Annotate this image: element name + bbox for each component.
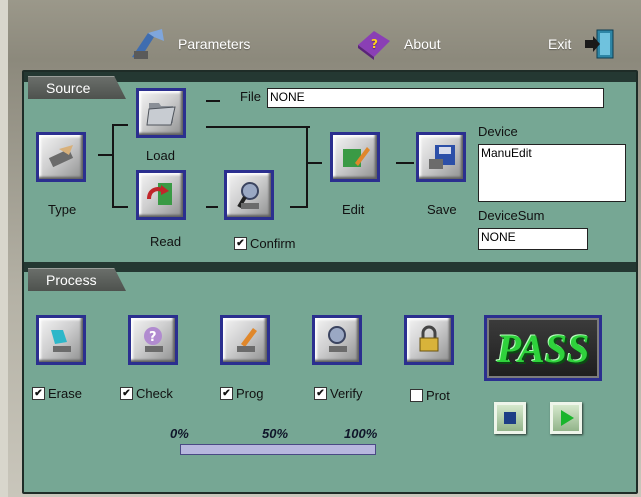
erase-button[interactable] [36, 315, 86, 365]
app-window: Parameters ? About Exit Source Load File… [8, 0, 641, 497]
file-arrow [206, 100, 220, 102]
folder-icon [146, 103, 176, 126]
main-panel: Source Load File NONE Type Read ✔ Confir… [22, 70, 638, 494]
read-button[interactable] [136, 170, 186, 220]
about-icon: ? [358, 31, 390, 60]
prot-checkbox[interactable]: Prot [410, 388, 450, 403]
type-label: Type [48, 202, 77, 217]
confirm-checkbox[interactable]: ✔ Confirm [234, 236, 296, 251]
verify-label: Verify [330, 386, 363, 401]
verify-checkbox-box: ✔ [314, 387, 327, 400]
connector [290, 206, 306, 208]
check-button[interactable]: ? [128, 315, 178, 365]
device-field[interactable]: ManuEdit [478, 144, 626, 202]
type-button[interactable] [36, 132, 86, 182]
verify-icon [328, 326, 347, 352]
progress-label-100: 100% [344, 426, 378, 441]
about-label: About [404, 36, 441, 52]
stop-icon [504, 412, 516, 424]
devicesum-label: DeviceSum [478, 208, 545, 223]
prot-icon [419, 325, 439, 352]
erase-checkbox-box: ✔ [32, 387, 45, 400]
prot-checkbox-box [410, 389, 423, 402]
about-button[interactable]: ? About [354, 22, 441, 66]
save-button[interactable] [416, 132, 466, 182]
play-button[interactable] [550, 402, 582, 434]
erase-checkbox[interactable]: ✔ Erase [32, 386, 82, 401]
prog-checkbox-box: ✔ [220, 387, 233, 400]
connector [98, 154, 112, 156]
connector [112, 206, 128, 208]
connector [396, 162, 414, 164]
read-label: Read [150, 234, 182, 249]
check-label: Check [136, 386, 173, 401]
parameters-button[interactable]: Parameters [128, 22, 250, 66]
connector [112, 124, 128, 126]
play-icon [561, 410, 574, 426]
erase-label: Erase [48, 386, 82, 401]
prog-button[interactable] [220, 315, 270, 365]
erase-icon [51, 330, 71, 352]
parameters-label: Parameters [178, 36, 251, 52]
confirm-checkbox-box: ✔ [234, 237, 247, 250]
progress-label-50: 50% [262, 426, 289, 441]
prog-checkbox[interactable]: ✔ Prog [220, 386, 263, 401]
edit-label: Edit [342, 202, 365, 217]
file-label: File [240, 89, 261, 104]
exit-button[interactable]: Exit [548, 22, 627, 66]
pass-status-display: PASS [484, 315, 602, 381]
prog-label: Prog [236, 386, 264, 401]
connector [112, 124, 114, 208]
edit-button[interactable] [330, 132, 380, 182]
load-label: Load [146, 148, 175, 163]
connector [306, 162, 322, 164]
confirm-label: Confirm [250, 236, 296, 251]
progress-label-0: 0% [170, 426, 189, 441]
stop-button[interactable] [494, 402, 526, 434]
magnifier-icon [237, 182, 259, 209]
connector [206, 126, 310, 128]
svg-text:?: ? [149, 330, 157, 345]
top-toolbar: Parameters ? About Exit [8, 22, 641, 66]
exit-label: Exit [548, 36, 572, 52]
check-icon: ? [144, 327, 163, 352]
devicesum-field[interactable]: NONE [478, 228, 588, 250]
floppy-disk-icon [429, 145, 455, 169]
connector [206, 206, 218, 208]
exit-icon [585, 29, 614, 59]
prog-icon [237, 328, 257, 352]
verify-checkbox[interactable]: ✔ Verify [314, 386, 363, 401]
connector [306, 126, 308, 208]
read-icon [147, 183, 172, 205]
process-section-title: Process [28, 268, 126, 291]
file-field[interactable]: NONE [267, 88, 604, 108]
load-button[interactable] [136, 88, 186, 138]
verify-button[interactable] [312, 315, 362, 365]
process-section-bar [24, 262, 636, 272]
device-label: Device [478, 124, 518, 139]
confirm-button[interactable] [224, 170, 274, 220]
prot-label: Prot [426, 388, 450, 403]
source-section-title: Source [28, 76, 126, 99]
progress-bar [180, 444, 376, 455]
check-checkbox[interactable]: ✔ Check [120, 386, 173, 401]
chip-type-icon [48, 145, 74, 168]
pass-status-text: PASS [496, 325, 590, 371]
check-checkbox-box: ✔ [120, 387, 133, 400]
save-label: Save [427, 202, 457, 217]
edit-icon [343, 147, 370, 167]
svg-text:?: ? [371, 37, 378, 51]
parameters-icon [132, 29, 164, 59]
prot-button[interactable] [404, 315, 454, 365]
